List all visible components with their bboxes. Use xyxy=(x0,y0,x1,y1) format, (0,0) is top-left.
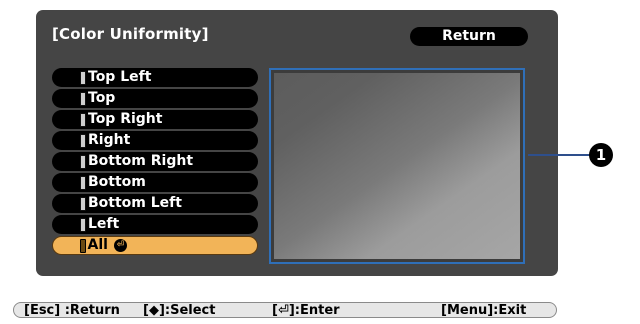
menu-item-label: Top Right xyxy=(88,111,163,127)
key-guide-exit: [Menu]:Exit xyxy=(441,303,527,318)
key-guide-bar: [Esc] :Return [◆]:Select [⏎]:Enter [Menu… xyxy=(13,302,557,318)
menu-item-bottom-right[interactable]: Bottom Right xyxy=(52,152,258,171)
marker-icon xyxy=(80,91,86,106)
menu-item-right[interactable]: Right xyxy=(52,131,258,150)
uniformity-preview-image xyxy=(274,73,520,259)
key-guide-enter: [⏎]:Enter xyxy=(272,303,340,318)
marker-icon xyxy=(80,112,86,127)
marker-icon xyxy=(80,154,86,169)
menu-item-label: Bottom Right xyxy=(88,153,194,169)
menu-item-top-right[interactable]: Top Right xyxy=(52,110,258,129)
menu-item-bottom-left[interactable]: Bottom Left xyxy=(52,194,258,213)
marker-icon xyxy=(80,175,86,190)
key-guide-select: [◆]:Select xyxy=(143,303,216,318)
uniformity-preview-frame xyxy=(269,68,525,264)
menu-item-top[interactable]: Top xyxy=(52,89,258,108)
callout-line xyxy=(528,154,590,156)
color-uniformity-panel: [Color Uniformity] Return Top Left Top T… xyxy=(36,10,558,276)
marker-icon xyxy=(79,238,86,253)
key-guide-esc: [Esc] :Return xyxy=(24,303,120,318)
menu-item-label: All xyxy=(87,237,108,253)
menu-item-label: Bottom Left xyxy=(88,195,182,211)
enter-icon: ⏎ xyxy=(113,239,127,252)
menu-item-label: Left xyxy=(88,216,120,232)
menu-item-left[interactable]: Left xyxy=(52,215,258,234)
menu-item-top-left[interactable]: Top Left xyxy=(52,68,258,87)
marker-icon xyxy=(80,196,86,211)
menu-item-label: Top Left xyxy=(88,69,152,85)
menu-item-all[interactable]: All ⏎ xyxy=(52,236,258,255)
region-menu: Top Left Top Top Right Right Bottom Righ… xyxy=(52,68,258,257)
return-button[interactable]: Return xyxy=(410,27,528,46)
menu-item-bottom[interactable]: Bottom xyxy=(52,173,258,192)
marker-icon xyxy=(80,133,86,148)
panel-title: [Color Uniformity] xyxy=(52,25,209,43)
menu-item-label: Right xyxy=(88,132,131,148)
marker-icon xyxy=(80,217,86,232)
callout-number-badge: 1 xyxy=(589,143,613,167)
menu-item-label: Top xyxy=(88,90,116,106)
menu-item-label: Bottom xyxy=(88,174,146,190)
marker-icon xyxy=(80,70,86,85)
